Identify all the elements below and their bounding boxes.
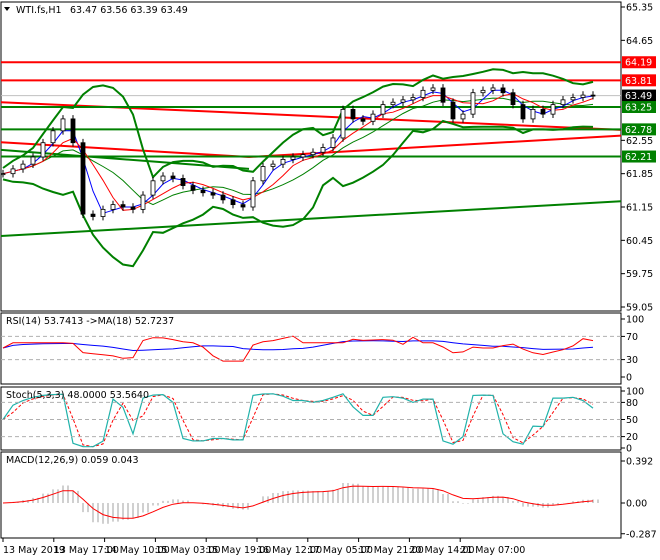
- price-tick-label: 62.55: [626, 136, 653, 147]
- candle: [200, 189, 206, 194]
- candle: [450, 101, 456, 120]
- indicator-title: RSI(14) 53.7413 ->MA(18) 52.7237: [6, 316, 174, 327]
- axis-tick-label: 80: [626, 398, 638, 409]
- trading-chart[interactable]: 65.35 64.65 62.55 61.85 61.15 60.45 59.75 59.05…: [0, 0, 660, 560]
- candle: [410, 97, 416, 101]
- candle: [250, 180, 256, 208]
- axis-tick-label: 0: [626, 373, 632, 384]
- candle: [40, 142, 46, 158]
- candle: [500, 87, 506, 94]
- candle: [60, 118, 66, 132]
- candle: [390, 101, 396, 106]
- indicator-title: Stoch(5,3,3) 48.0000 53.5640: [6, 390, 149, 401]
- candle: [30, 156, 36, 165]
- axis-tick-label: -0.287: [626, 529, 657, 540]
- candle: [20, 163, 26, 170]
- candle: [120, 204, 126, 208]
- candle: [110, 204, 116, 210]
- axis-tick-label: 100: [626, 315, 644, 326]
- axis-tick-label: 20: [626, 432, 638, 443]
- candle: [170, 175, 176, 179]
- time-tick-label: 21 May 07:00: [460, 545, 525, 556]
- price-tick-label: 59.05: [626, 303, 653, 314]
- candle: [320, 147, 326, 153]
- candle: [570, 97, 576, 101]
- axis-tick-label: 0: [626, 444, 632, 455]
- candle: [210, 192, 216, 196]
- candle: [470, 92, 476, 115]
- level-label: 62.78: [625, 125, 652, 136]
- candle: [280, 158, 286, 165]
- candle: [290, 156, 296, 160]
- candle: [50, 130, 56, 144]
- candle: [370, 113, 376, 122]
- candle: [240, 204, 246, 208]
- candle: [490, 87, 496, 91]
- candle: [80, 142, 86, 215]
- candle: [540, 108, 546, 115]
- level-label: 62.21: [625, 152, 652, 163]
- candle: [440, 87, 446, 103]
- candle: [180, 178, 186, 186]
- axis-tick-label: 70: [626, 332, 638, 343]
- price-tick-label: 60.45: [626, 236, 653, 247]
- price-tick-label: 59.75: [626, 269, 653, 280]
- candle: [560, 99, 566, 106]
- candle: [300, 154, 306, 158]
- candle: [590, 94, 596, 97]
- price-tick-label: 61.15: [626, 203, 653, 214]
- candle: [310, 151, 316, 156]
- candle: [140, 194, 146, 210]
- candle: [90, 213, 96, 217]
- axis-tick-label: 0.00: [626, 499, 647, 510]
- level-label: 63.49: [625, 91, 652, 102]
- candle: [330, 137, 336, 148]
- level-label: 63.81: [625, 76, 652, 87]
- candle: [10, 168, 16, 175]
- candle: [270, 163, 276, 167]
- candle: [350, 108, 356, 120]
- candle: [480, 89, 486, 94]
- candle: [550, 104, 556, 115]
- candle: [360, 118, 366, 122]
- level-label: 63.25: [625, 103, 652, 114]
- axis-tick-label: 30: [626, 355, 638, 366]
- candle: [0, 173, 6, 176]
- candle: [420, 89, 426, 98]
- axis-tick-label: 0.392: [626, 457, 653, 468]
- level-label: 64.19: [625, 58, 652, 69]
- candle: [260, 166, 266, 182]
- candle: [580, 94, 586, 98]
- ohlc-values: 63.47 63.56 63.39 63.49: [70, 5, 188, 16]
- indicator-title: MACD(12,26,9) 0.059 0.043: [6, 455, 139, 466]
- candle: [190, 185, 196, 191]
- price-tick-label: 64.65: [626, 36, 653, 47]
- price-tick-label: 61.85: [626, 169, 653, 180]
- candle: [130, 206, 136, 210]
- candle: [150, 180, 156, 196]
- candle: [160, 175, 166, 182]
- candle: [380, 104, 386, 115]
- candle: [530, 108, 536, 120]
- axis-tick-label: 50: [626, 415, 638, 426]
- candle: [460, 113, 466, 120]
- candle: [400, 99, 406, 103]
- candle: [340, 108, 346, 139]
- candle: [230, 199, 236, 206]
- candle: [520, 104, 526, 120]
- candle: [510, 92, 516, 106]
- candle: [70, 118, 76, 144]
- candle: [220, 194, 226, 201]
- axis-tick-label: 100: [626, 387, 644, 398]
- symbol-label: WTI.fs,H1: [16, 5, 62, 16]
- price-tick-label: 65.35: [626, 3, 653, 14]
- candle: [100, 208, 106, 217]
- candle: [430, 87, 436, 91]
